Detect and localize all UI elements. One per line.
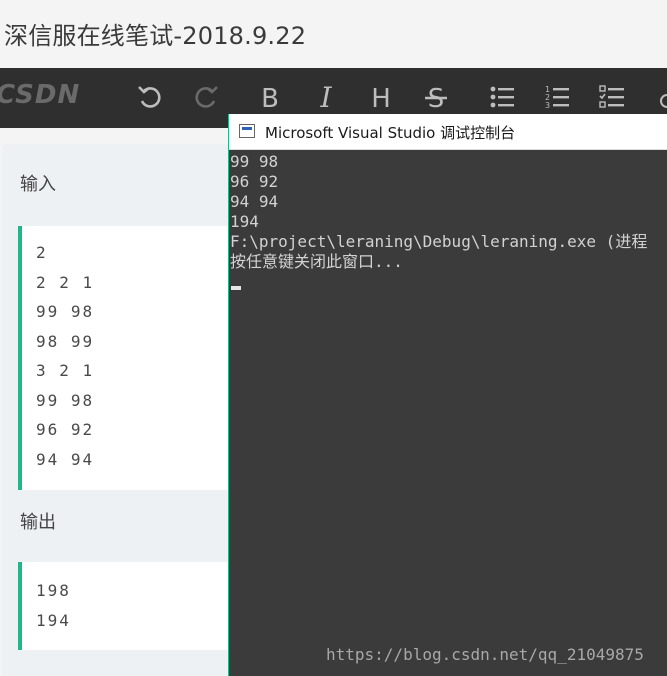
csdn-logo[interactable]: CSDN — [0, 80, 80, 110]
console-line: 99 98 — [230, 152, 279, 171]
undo-icon — [138, 86, 161, 108]
console-line: 96 92 — [230, 172, 279, 191]
italic-glyph: I — [319, 82, 332, 112]
console-cursor — [231, 286, 241, 290]
heading-icon: H — [371, 84, 391, 112]
numbered-list-button[interactable]: 1 2 3 — [540, 80, 574, 114]
console-line: 194 — [230, 212, 259, 231]
console-line: 94 94 — [230, 192, 279, 211]
bulleted-list-button[interactable] — [485, 80, 519, 114]
bold-button[interactable]: B — [253, 80, 287, 114]
bold-glyph: B — [261, 84, 279, 112]
debug-console-window[interactable]: Microsoft Visual Studio 调试控制台 99 98 96 9… — [228, 114, 667, 676]
console-output: 99 98 96 92 94 94 194 F:\project\leranin… — [230, 152, 667, 272]
input-label: 输入 — [20, 174, 56, 195]
page-title: 深信服在线笔试-2018.9.22 — [4, 22, 307, 50]
bold-icon: B — [261, 84, 279, 112]
task-list-icon — [599, 85, 624, 108]
task-list-button[interactable] — [595, 80, 629, 114]
console-line: F:\project\leraning\Debug\leraning.exe (… — [230, 232, 648, 251]
strikethrough-button[interactable]: S — [419, 80, 453, 114]
strikethrough-icon: S — [425, 84, 447, 112]
undo-button[interactable] — [133, 80, 167, 114]
output-label: 输出 — [20, 512, 56, 533]
toolbar-overflow-icon[interactable] — [660, 94, 667, 108]
bulleted-list-icon — [490, 86, 514, 108]
heading-glyph: H — [371, 84, 391, 112]
redo-icon — [195, 86, 218, 108]
italic-icon: I — [319, 82, 332, 112]
italic-button[interactable]: I — [309, 80, 343, 114]
console-title: Microsoft Visual Studio 调试控制台 — [265, 124, 516, 142]
svg-text:3: 3 — [545, 101, 550, 110]
blog-watermark: https://blog.csdn.net/qq_21049875 — [326, 645, 644, 664]
redo-button[interactable] — [189, 80, 223, 114]
numbered-list-icon: 1 2 3 — [545, 85, 569, 110]
console-line: 按任意键关闭此窗口... — [230, 252, 403, 271]
console-window-icon — [239, 124, 255, 138]
console-titlebar[interactable]: Microsoft Visual Studio 调试控制台 — [229, 114, 667, 150]
page-header: 深信服在线笔试-2018.9.22 — [0, 0, 667, 68]
heading-button[interactable]: H — [364, 80, 398, 114]
